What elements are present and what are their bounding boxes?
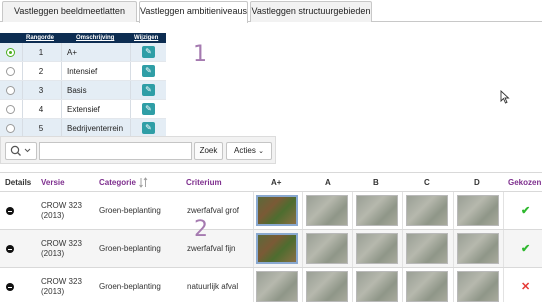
category-cell: Groen-beplanting [99, 244, 161, 253]
image-a-plus[interactable] [256, 195, 298, 226]
collapse-details-icon[interactable] [6, 283, 14, 291]
image-c[interactable] [406, 233, 448, 264]
image-d[interactable] [457, 195, 499, 226]
version-line1: CROW 323 [41, 239, 82, 248]
level-radio[interactable] [6, 105, 15, 114]
category-cell: Groen-beplanting [99, 282, 161, 291]
tab-vastleggen-structuurgebieden[interactable]: Vastleggen structuurgebieden [250, 1, 372, 22]
edit-pencil-icon[interactable]: ✎ [142, 84, 155, 96]
tab-vastleggen-ambitieniveaus[interactable]: Vastleggen ambitieniveaus [139, 1, 248, 23]
version-line1: CROW 323 [41, 277, 82, 286]
header-rangorde[interactable]: Rangorde [26, 33, 54, 43]
table-row[interactable]: CROW 323 (2013) Groen-beplanting natuurl… [0, 268, 542, 302]
level-row[interactable]: 1 A+ ✎ [0, 43, 166, 62]
criteria-table: Details Versie Categorie Criterium A+ A … [0, 172, 542, 302]
checkmark-icon: ✔ [521, 243, 531, 255]
header-versie[interactable]: Versie [41, 173, 65, 192]
criteria-table-header: Details Versie Categorie Criterium A+ A … [0, 172, 542, 192]
level-description: Basis [67, 86, 87, 95]
criterion-cell: natuurlijk afval [187, 282, 239, 291]
edit-pencil-icon[interactable]: ✎ [142, 65, 155, 77]
annotation-number-1: 1 [193, 42, 207, 67]
header-wijzigen[interactable]: Wijzigen [134, 33, 158, 43]
level-description: Intensief [67, 67, 98, 76]
criterion-cell: zwerfafval fijn [187, 244, 236, 253]
chevron-down-icon: ⌄ [258, 148, 264, 155]
sort-icon[interactable] [139, 177, 148, 188]
level-radio[interactable] [6, 67, 15, 76]
criterion-cell: zwerfafval grof [187, 206, 240, 215]
search-input[interactable] [39, 142, 192, 160]
table-row[interactable]: CROW 323 (2013) Groen-beplanting zwerfaf… [0, 230, 542, 268]
header-c: C [424, 178, 430, 187]
tab-vastleggen-beeldmeetlatten[interactable]: Vastleggen beeldmeetlatten [2, 1, 137, 22]
collapse-details-icon[interactable] [6, 207, 14, 215]
level-description: Extensief [67, 105, 100, 114]
checkmark-icon: ✔ [521, 205, 531, 217]
level-rank: 2 [38, 67, 44, 76]
image-d[interactable] [457, 271, 499, 302]
image-b[interactable] [356, 233, 398, 264]
version-line2: (2013) [41, 287, 65, 296]
header-details: Details [5, 178, 32, 187]
annotation-number-2: 2 [194, 217, 208, 242]
header-a-plus: A+ [271, 178, 282, 187]
search-options-button[interactable] [5, 142, 37, 160]
table-row[interactable]: CROW 323 (2013) Groen-beplanting zwerfaf… [0, 192, 542, 230]
image-a[interactable] [306, 233, 348, 264]
tab-bar: Vastleggen beeldmeetlatten Vastleggen am… [0, 0, 542, 23]
level-rank: 4 [38, 105, 44, 114]
image-a[interactable] [306, 271, 348, 302]
actions-label: Acties [234, 146, 256, 155]
level-row[interactable]: 2 Intensief ✎ [0, 62, 166, 81]
header-b: B [373, 178, 379, 187]
mouse-cursor-icon [500, 90, 510, 104]
level-radio-selected[interactable] [6, 48, 15, 57]
image-d[interactable] [457, 233, 499, 264]
image-c[interactable] [406, 195, 448, 226]
level-row[interactable]: 3 Basis ✎ [0, 81, 166, 100]
level-rank: 1 [38, 48, 44, 57]
collapse-details-icon[interactable] [6, 245, 14, 253]
version-line2: (2013) [41, 249, 65, 258]
header-a: A [325, 178, 331, 187]
search-toolbar: Zoek Acties ⌄ [0, 136, 276, 164]
actions-dropdown[interactable]: Acties ⌄ [226, 142, 272, 160]
levels-grid-header: Rangorde Omschrijving Wijzigen [0, 33, 166, 43]
header-omschrijving[interactable]: Omschrijving [76, 33, 114, 43]
cross-icon: ✕ [521, 281, 531, 293]
edit-pencil-icon[interactable]: ✎ [142, 103, 155, 115]
image-a[interactable] [306, 195, 348, 226]
level-radio[interactable] [6, 124, 15, 133]
version-line2: (2013) [41, 211, 65, 220]
header-categorie[interactable]: Categorie [99, 173, 136, 192]
image-a-plus[interactable] [256, 271, 298, 302]
level-rank: 3 [38, 86, 44, 95]
level-description: A+ [67, 48, 78, 57]
version-line1: CROW 323 [41, 201, 82, 210]
header-d: D [474, 178, 480, 187]
level-row[interactable]: 4 Extensief ✎ [0, 100, 166, 119]
image-a-plus[interactable] [256, 233, 298, 264]
edit-pencil-icon[interactable]: ✎ [142, 46, 155, 58]
image-b[interactable] [356, 195, 398, 226]
category-cell: Groen-beplanting [99, 206, 161, 215]
image-b[interactable] [356, 271, 398, 302]
header-gekozen: Gekozen [508, 178, 542, 187]
image-c[interactable] [406, 271, 448, 302]
edit-pencil-icon[interactable]: ✎ [142, 122, 155, 134]
search-button[interactable]: Zoek [194, 142, 223, 160]
ambition-levels-grid: Rangorde Omschrijving Wijzigen 1 A+ ✎ 2 … [0, 33, 166, 138]
level-radio[interactable] [6, 86, 15, 95]
search-icon [10, 145, 31, 156]
header-criterium[interactable]: Criterium [186, 173, 222, 192]
